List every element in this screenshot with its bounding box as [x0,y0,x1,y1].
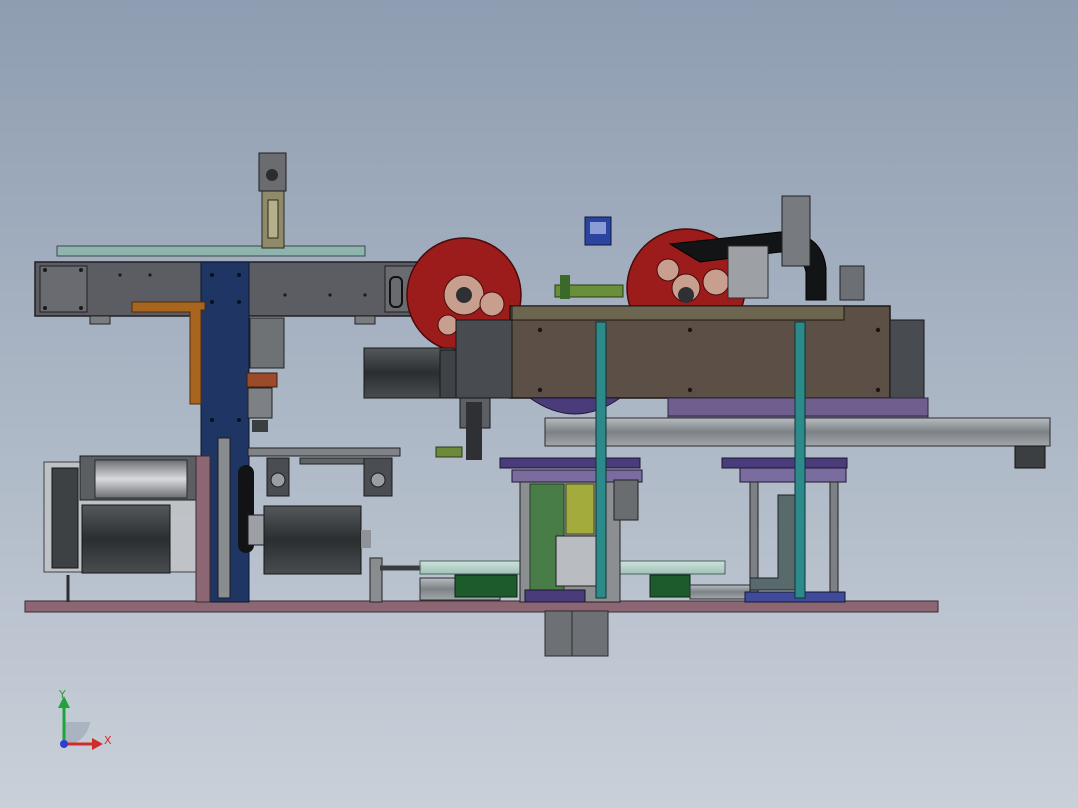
teal-post-left [595,321,607,599]
center-stepper-motor [263,505,362,575]
left-stepper-motor [81,504,171,574]
orange-bracket [131,301,206,405]
cad-graphics-viewport[interactable]: Y X [0,0,1078,808]
top-glass-cover [56,245,366,257]
assembly-model[interactable]: Y X [0,0,1078,808]
linkage-arm [247,447,401,457]
coordinate-triad-icon: Y X [58,688,112,750]
bottom-cylinder [544,610,609,657]
right-lift-table [721,457,848,469]
y-axis-label: Y [58,688,66,701]
x-axis-label: X [104,734,112,747]
roller [94,459,188,499]
base-plate [24,600,939,613]
center-lift-table [499,457,641,469]
teal-post-right [794,321,806,599]
